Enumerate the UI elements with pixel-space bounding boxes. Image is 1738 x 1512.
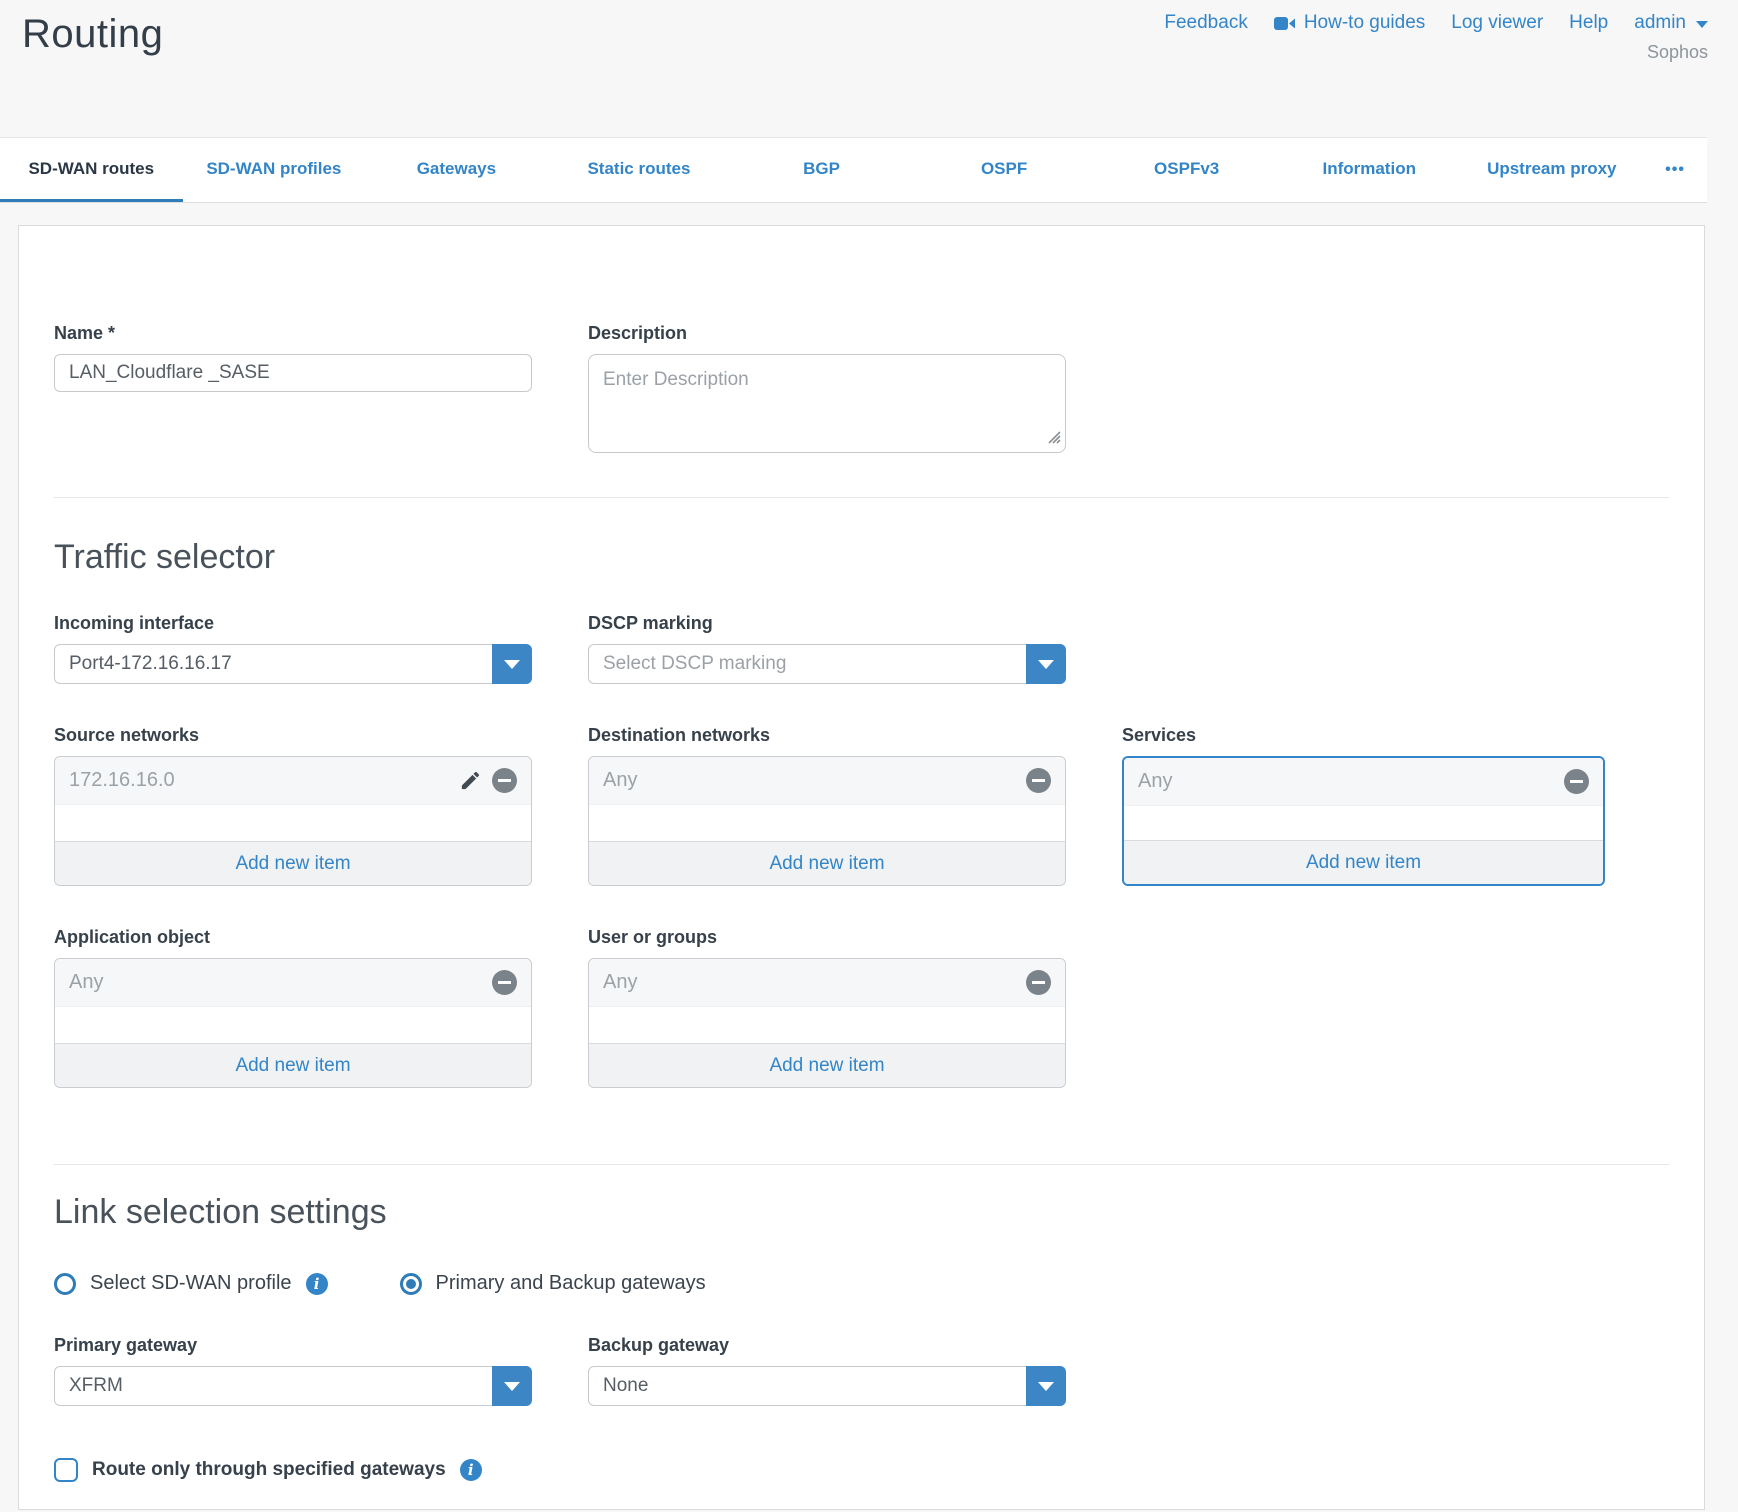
routing-tab-bar: SD-WAN routes SD-WAN profiles Gateways S…: [0, 137, 1707, 203]
info-icon[interactable]: i: [306, 1273, 328, 1295]
sdwan-route-form-card: Name * Description Traffi: [18, 225, 1705, 1510]
primary-gateway-dropdown[interactable]: XFRM: [54, 1366, 532, 1406]
section-divider: [54, 1164, 1669, 1165]
remove-item-icon[interactable]: [492, 970, 517, 995]
feedback-link[interactable]: Feedback: [1164, 12, 1247, 34]
route-only-row: Route only through specified gateways i: [54, 1458, 1669, 1482]
remove-item-icon[interactable]: [1026, 768, 1051, 793]
dropdown-open-button[interactable]: [492, 644, 532, 684]
log-viewer-link[interactable]: Log viewer: [1451, 12, 1543, 34]
dropdown-open-button[interactable]: [1026, 644, 1066, 684]
tab-information[interactable]: Information: [1278, 138, 1461, 202]
description-label: Description: [588, 323, 1066, 344]
tab-bgp[interactable]: BGP: [730, 138, 913, 202]
name-input[interactable]: [54, 354, 532, 392]
backup-gateway-dropdown[interactable]: None: [588, 1366, 1066, 1406]
tab-sdwan-profiles[interactable]: SD-WAN profiles: [183, 138, 366, 202]
page-title: Routing: [22, 12, 163, 57]
services-listbox: Any Add new item: [1122, 756, 1605, 886]
radio-primary-backup-gateways[interactable]: Primary and Backup gateways: [400, 1272, 706, 1295]
backup-gateway-label: Backup gateway: [588, 1335, 1066, 1356]
destination-networks-label: Destination networks: [588, 725, 1066, 746]
networks-services-row: Source networks 172.16.16.0 Add new item: [54, 725, 1669, 886]
remove-item-icon[interactable]: [492, 768, 517, 793]
header-links: Feedback How-to guides Log viewer Help a…: [1164, 12, 1708, 34]
dscp-marking-dropdown[interactable]: Select DSCP marking: [588, 644, 1066, 684]
listbox-empty-area: [589, 1007, 1065, 1043]
primary-gateway-label: Primary gateway: [54, 1335, 532, 1356]
caret-down-icon: [1038, 660, 1054, 669]
howto-guides-link[interactable]: How-to guides: [1274, 12, 1425, 34]
remove-item-icon[interactable]: [1026, 970, 1051, 995]
services-label: Services: [1122, 725, 1600, 746]
application-object-label: Application object: [54, 927, 532, 948]
description-input[interactable]: [588, 354, 1066, 453]
route-only-label: Route only through specified gateways: [92, 1459, 446, 1481]
listbox-empty-area: [55, 805, 531, 841]
dropdown-open-button[interactable]: [492, 1366, 532, 1406]
caret-down-icon: [504, 660, 520, 669]
add-new-item-button[interactable]: Add new item: [55, 841, 531, 885]
brand-label: Sophos: [1647, 42, 1708, 63]
source-networks-label: Source networks: [54, 725, 532, 746]
user-or-groups-listbox: Any Add new item: [588, 958, 1066, 1088]
add-new-item-button[interactable]: Add new item: [1124, 840, 1603, 884]
destination-networks-listbox: Any Add new item: [588, 756, 1066, 886]
traffic-selector-heading: Traffic selector: [54, 538, 1669, 577]
dropdown-open-button[interactable]: [1026, 1366, 1066, 1406]
link-selection-radio-row: Select SD-WAN profile i Primary and Back…: [54, 1272, 1669, 1295]
name-description-row: Name * Description: [54, 323, 1669, 458]
section-divider: [54, 497, 1669, 498]
add-new-item-button[interactable]: Add new item: [589, 1043, 1065, 1087]
video-camera-icon: [1274, 16, 1296, 31]
dscp-marking-label: DSCP marking: [588, 613, 1066, 634]
radio-icon[interactable]: [54, 1273, 76, 1295]
radio-selected-icon[interactable]: [400, 1273, 422, 1295]
admin-menu[interactable]: admin: [1634, 12, 1708, 34]
edit-icon[interactable]: [459, 769, 482, 792]
top-header: Routing Feedback How-to guides Log viewe…: [0, 0, 1738, 137]
tab-ospfv3[interactable]: OSPFv3: [1095, 138, 1278, 202]
application-users-row: Application object Any Add new item User…: [54, 927, 1669, 1088]
add-new-item-button[interactable]: Add new item: [55, 1043, 531, 1087]
info-icon[interactable]: i: [460, 1459, 482, 1481]
header-right: Feedback How-to guides Log viewer Help a…: [1164, 12, 1708, 63]
user-or-groups-label: User or groups: [588, 927, 1066, 948]
radio-select-sdwan-profile[interactable]: Select SD-WAN profile i: [54, 1272, 328, 1295]
tab-static-routes[interactable]: Static routes: [548, 138, 731, 202]
name-label: Name *: [54, 323, 532, 344]
add-new-item-button[interactable]: Add new item: [589, 841, 1065, 885]
listbox-empty-area: [55, 1007, 531, 1043]
gateway-row: Primary gateway XFRM Backup gateway None: [54, 1335, 1669, 1406]
incoming-interface-label: Incoming interface: [54, 613, 532, 634]
list-item: Any: [589, 757, 1065, 805]
tab-sdwan-routes[interactable]: SD-WAN routes: [0, 138, 183, 202]
interface-dscp-row: Incoming interface Port4-172.16.16.17 DS…: [54, 613, 1669, 684]
source-networks-listbox: 172.16.16.0 Add new item: [54, 756, 532, 886]
tab-upstream-proxy[interactable]: Upstream proxy: [1461, 138, 1644, 202]
route-only-checkbox[interactable]: [54, 1458, 78, 1482]
application-object-listbox: Any Add new item: [54, 958, 532, 1088]
list-item: 172.16.16.0: [55, 757, 531, 805]
list-item: Any: [589, 959, 1065, 1007]
listbox-empty-area: [589, 805, 1065, 841]
chevron-down-icon: [1696, 21, 1708, 28]
incoming-interface-dropdown[interactable]: Port4-172.16.16.17: [54, 644, 532, 684]
caret-down-icon: [1038, 1382, 1054, 1391]
tab-gateways[interactable]: Gateways: [365, 138, 548, 202]
list-item: Any: [55, 959, 531, 1007]
link-selection-heading: Link selection settings: [54, 1193, 1669, 1232]
tab-overflow-menu[interactable]: •••: [1643, 138, 1707, 202]
remove-item-icon[interactable]: [1564, 769, 1589, 794]
help-link[interactable]: Help: [1569, 12, 1608, 34]
caret-down-icon: [504, 1382, 520, 1391]
tab-ospf[interactable]: OSPF: [913, 138, 1096, 202]
list-item: Any: [1124, 758, 1603, 806]
listbox-empty-area: [1124, 806, 1603, 840]
